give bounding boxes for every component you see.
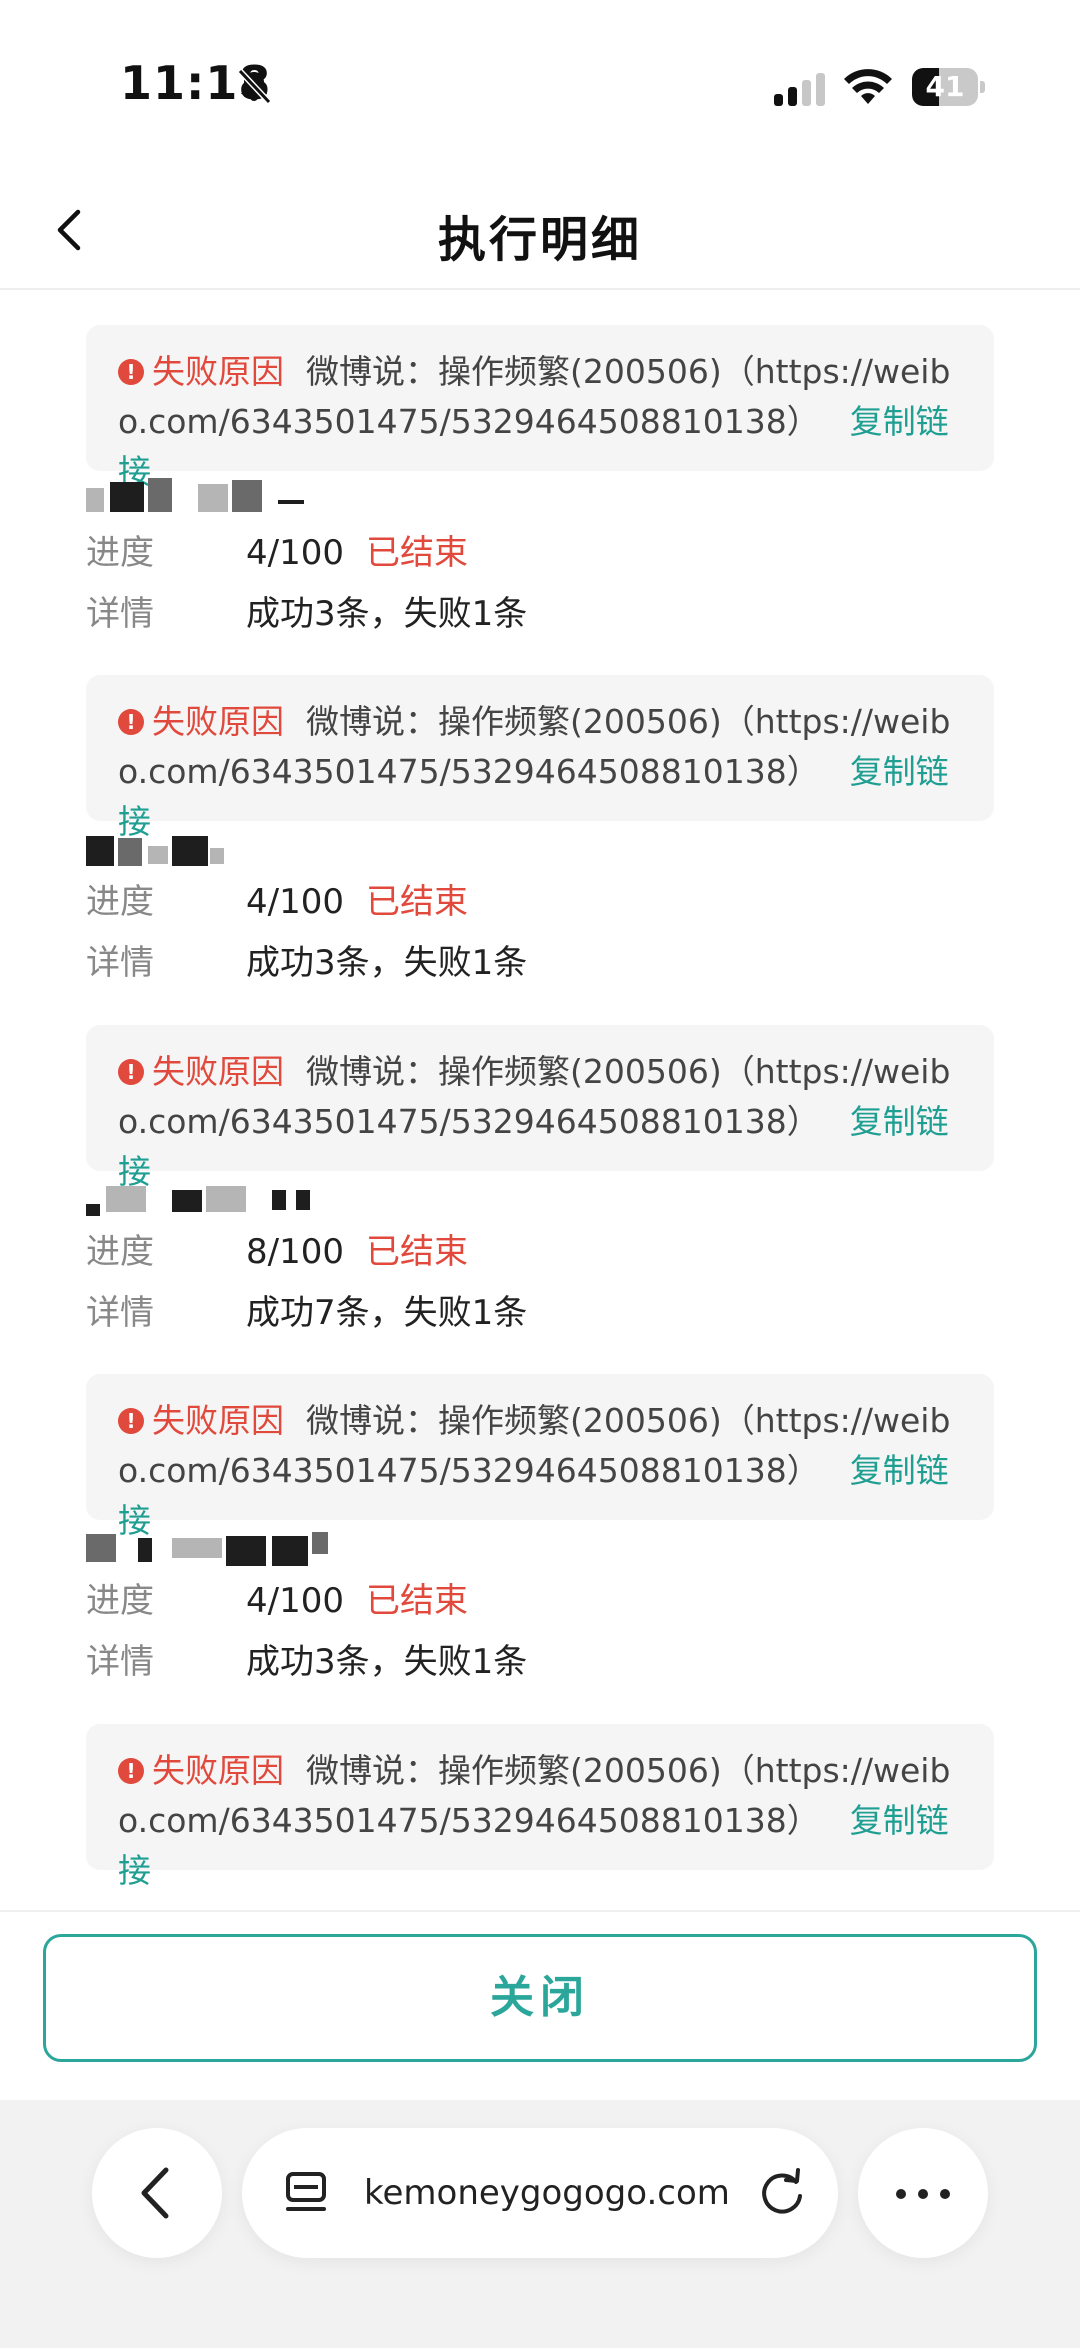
nav-bar: 执行明细 (0, 170, 1080, 290)
failure-reason-box: ! 失败原因 微博说：操作频繁(200506)（https://weibo.com/… (86, 1724, 994, 1890)
failure-reason-box: ! 失败原因 微博说：操作频繁(200506)（https://weibo.com/… (86, 1025, 994, 1191)
progress-label: 进度 (86, 882, 154, 922)
progress-value: 4/100 (246, 1581, 344, 1621)
battery-icon: 41 (912, 68, 985, 106)
bell-muted-icon (237, 68, 272, 105)
status-bar: 11:18 41 (0, 0, 1080, 140)
battery-level: 41 (925, 70, 965, 103)
wifi-icon (844, 69, 892, 104)
detail-label: 详情 (86, 1293, 154, 1333)
status-ended: 已结束 (365, 882, 468, 922)
progress-label: 进度 (86, 1581, 154, 1621)
detail-label: 详情 (86, 943, 154, 983)
progress-label: 进度 (86, 533, 154, 573)
progress-value: 4/100 (246, 533, 344, 573)
more-dot-icon (918, 2189, 928, 2199)
more-options-button[interactable] (858, 2128, 988, 2258)
close-button[interactable]: 关闭 (43, 1934, 1037, 2062)
url-text: kemoneygogogo.com (364, 2173, 730, 2213)
more-dot-icon (896, 2189, 906, 2199)
reload-icon[interactable] (756, 2166, 810, 2220)
address-bar[interactable]: kemoneygogogo.com (242, 2128, 838, 2258)
failure-reason-label: 失败原因 (152, 352, 284, 391)
failure-reason-box: ! 失败原因 微博说：操作频繁(200506)（https://weibo.com/… (86, 675, 994, 841)
progress-value: 8/100 (246, 1232, 344, 1272)
cell-signal-icon (774, 73, 825, 106)
browser-back-button[interactable] (92, 2128, 222, 2258)
failure-reason-box: ! 失败原因 微博说：操作频繁(200506)（https://weibo.com/… (86, 325, 994, 491)
detail-label: 详情 (86, 1642, 154, 1682)
chevron-left-icon (141, 2167, 169, 2219)
more-dot-icon (940, 2189, 950, 2199)
task-name-redacted (86, 1178, 406, 1222)
browser-toolbar: kemoneygogogo.com (0, 2100, 1080, 2348)
alert-icon: ! (118, 359, 144, 385)
detail-value: 成功3条，失败1条 (246, 594, 528, 634)
task-name-redacted (86, 830, 406, 874)
detail-value: 成功3条，失败1条 (246, 943, 528, 983)
execution-detail-list[interactable]: ! 失败原因 微博说：操作频繁(200506)（https://weibo.com/… (0, 292, 1080, 1910)
task-name-redacted (86, 478, 406, 522)
progress-label: 进度 (86, 1232, 154, 1272)
status-ended: 已结束 (365, 1581, 468, 1621)
detail-label: 详情 (86, 594, 154, 634)
alert-icon: ! (118, 1408, 144, 1434)
divider (0, 1910, 1080, 1912)
alert-icon: ! (118, 709, 144, 735)
task-name-redacted (86, 1528, 406, 1572)
alert-icon: ! (118, 1059, 144, 1085)
detail-value: 成功3条，失败1条 (246, 1642, 528, 1682)
status-ended: 已结束 (365, 1232, 468, 1272)
failure-reason-label: 失败原因 (152, 1751, 284, 1790)
failure-reason-label: 失败原因 (152, 1052, 284, 1091)
page-title: 执行明细 (437, 212, 642, 268)
detail-value: 成功7条，失败1条 (246, 1293, 528, 1333)
failure-reason-label: 失败原因 (152, 702, 284, 741)
alert-icon: ! (118, 1758, 144, 1784)
status-ended: 已结束 (365, 533, 468, 573)
failure-reason-label: 失败原因 (152, 1401, 284, 1440)
failure-reason-box: ! 失败原因 微博说：操作频繁(200506)（https://weibo.com/… (86, 1374, 994, 1540)
progress-value: 4/100 (246, 882, 344, 922)
page-menu-icon[interactable] (282, 2168, 332, 2218)
